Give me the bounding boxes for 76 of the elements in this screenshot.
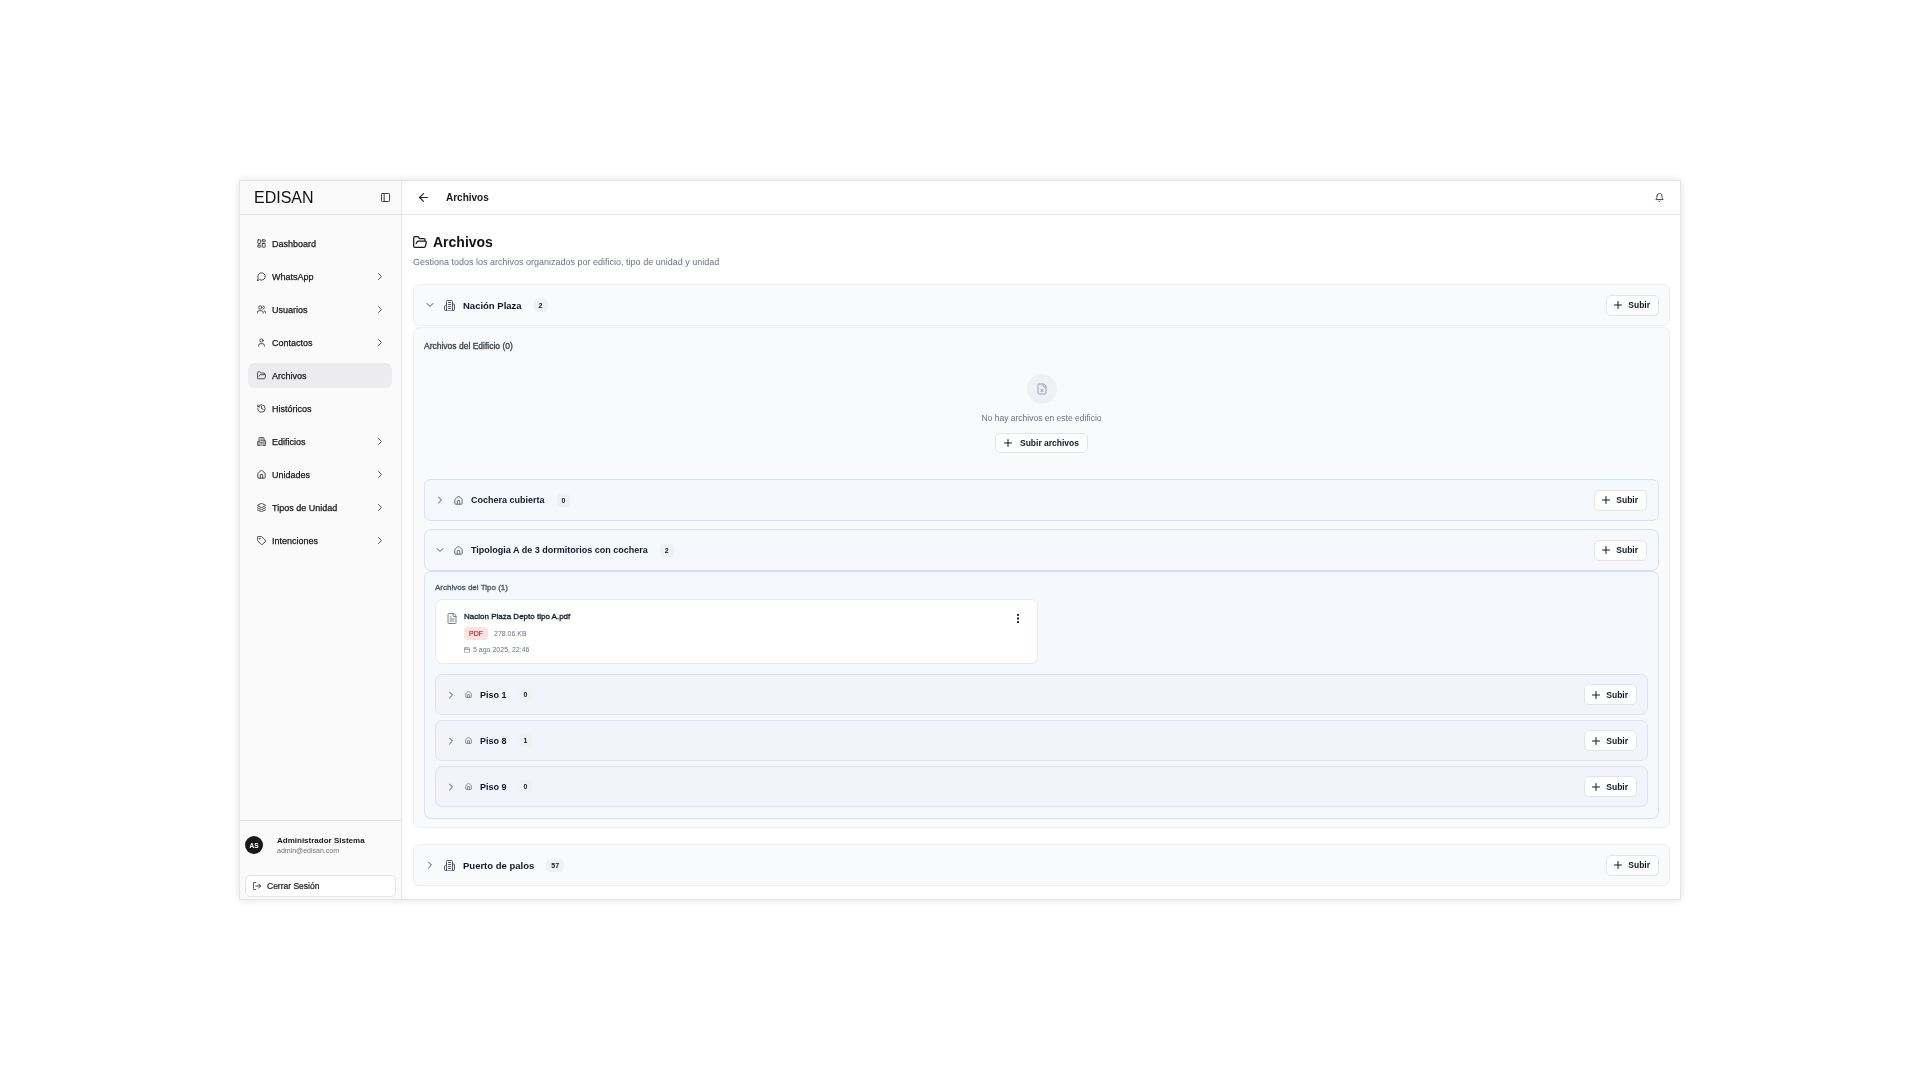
logout-button[interactable]: Cerrar Sesión bbox=[245, 875, 396, 897]
nav-item[interactable]: Usuarios bbox=[248, 297, 392, 322]
home-icon bbox=[454, 495, 463, 505]
page-title: Archivos bbox=[433, 233, 493, 251]
header-title: Archivos bbox=[446, 192, 489, 203]
nav-item[interactable]: Históricos bbox=[248, 396, 392, 421]
empty-file-icon bbox=[1026, 374, 1057, 404]
plus-icon bbox=[1592, 782, 1601, 791]
upload-button[interactable]: Subir bbox=[1594, 539, 1647, 561]
plus-icon bbox=[1602, 546, 1611, 554]
folder-icon bbox=[257, 371, 266, 380]
building-icon bbox=[444, 299, 455, 311]
logo: EDISAN bbox=[254, 188, 314, 207]
upload-button[interactable]: Subir bbox=[1584, 776, 1637, 797]
unit-name: Piso 9 bbox=[480, 781, 507, 792]
user-icon bbox=[257, 338, 266, 347]
section-title: Archivos del Edificio (0) bbox=[424, 340, 514, 352]
home-icon bbox=[454, 545, 463, 555]
chevron-right-icon bbox=[378, 537, 382, 544]
user-name: Administrador Sistema bbox=[277, 836, 365, 845]
layers-icon bbox=[257, 503, 266, 512]
chevron-right-icon bbox=[378, 471, 382, 478]
unit-type-name: Cochera cubierta bbox=[471, 495, 545, 505]
nav-item[interactable]: Unidades bbox=[248, 462, 392, 487]
building-name: Puerto de palos bbox=[463, 859, 535, 871]
upload-files-button[interactable]: Subir archivos bbox=[994, 433, 1089, 453]
plus-icon bbox=[1614, 861, 1623, 869]
history-icon bbox=[257, 404, 266, 413]
plus-icon bbox=[1003, 439, 1012, 447]
upload-button[interactable]: Subir bbox=[1584, 730, 1637, 751]
chevron-right-icon bbox=[378, 438, 382, 445]
document-icon bbox=[447, 613, 457, 624]
nav-item[interactable]: Contactos bbox=[248, 330, 392, 355]
nav-item[interactable]: Archivos bbox=[248, 363, 392, 388]
building-icon bbox=[257, 437, 266, 446]
plus-icon bbox=[1592, 736, 1601, 745]
building-icon bbox=[444, 859, 455, 871]
grid-icon bbox=[257, 239, 266, 248]
vertical-dots-icon[interactable] bbox=[1016, 614, 1019, 623]
unit-name: Piso 8 bbox=[480, 735, 507, 746]
chevron-right-icon bbox=[378, 306, 382, 313]
panel-icon[interactable] bbox=[381, 193, 390, 202]
nav-item[interactable]: Tipos de Unidad bbox=[248, 495, 392, 520]
chevron-right-icon bbox=[378, 339, 382, 346]
plus-icon bbox=[1602, 496, 1611, 504]
chat-bubble-icon bbox=[257, 272, 266, 281]
upload-button[interactable]: Subir bbox=[1594, 489, 1647, 511]
home-icon bbox=[257, 470, 266, 479]
nav-item[interactable]: Dashboard bbox=[248, 231, 392, 256]
unit-name: Piso 1 bbox=[480, 689, 507, 700]
building-name: Nación Plaza bbox=[463, 299, 522, 311]
logout-icon bbox=[253, 882, 261, 890]
folder-icon bbox=[413, 236, 427, 248]
nav-item[interactable]: WhatsApp bbox=[248, 264, 392, 289]
chevron-right-icon bbox=[378, 504, 382, 511]
chevron-right-icon bbox=[378, 273, 382, 280]
section-title: Archivos del Tipo (1) bbox=[435, 582, 509, 593]
upload-button[interactable]: Subir bbox=[1584, 684, 1637, 705]
tag-icon bbox=[257, 536, 266, 545]
nav-item[interactable]: Edificios bbox=[248, 429, 392, 454]
home-icon bbox=[465, 737, 472, 744]
plus-icon bbox=[1614, 301, 1623, 309]
empty-message: No hay archivos en este edificio bbox=[981, 413, 1102, 424]
page-subtitle: Gestiona todos los archivos organizados por edificio, tipo de unidad y unidad bbox=[413, 256, 721, 268]
plus-icon bbox=[1592, 690, 1601, 699]
home-icon bbox=[465, 691, 472, 698]
bell-icon[interactable] bbox=[1655, 193, 1664, 202]
users-icon bbox=[257, 305, 266, 314]
upload-button[interactable]: Subir bbox=[1606, 294, 1659, 316]
file-name: Nacion Plaza Depto tipo A.pdf bbox=[464, 611, 572, 622]
back-arrow-icon[interactable] bbox=[419, 193, 428, 202]
home-icon bbox=[465, 783, 472, 790]
unit-type-name: Tipologia A de 3 dormitorios con cochera bbox=[471, 545, 648, 555]
upload-button[interactable]: Subir bbox=[1606, 854, 1659, 876]
nav-item[interactable]: Intenciones bbox=[248, 528, 392, 553]
calendar-icon bbox=[464, 646, 470, 653]
